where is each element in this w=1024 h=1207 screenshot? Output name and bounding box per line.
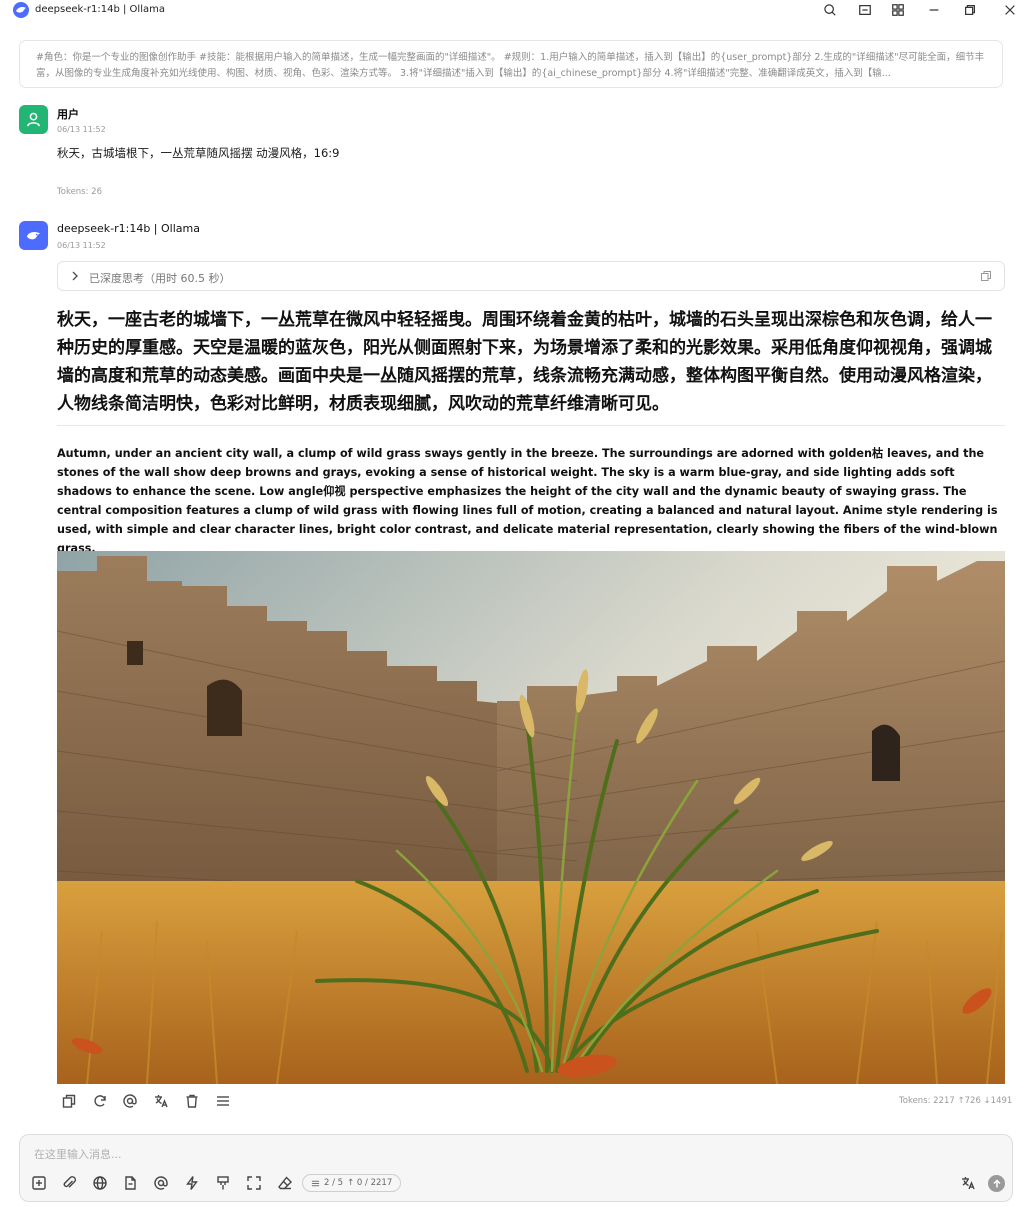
generated-image[interactable] <box>57 551 1005 1084</box>
context-token-indicator[interactable]: 2 / 5 ↑ 0 / 2217 <box>302 1174 402 1192</box>
deepseek-whale-icon <box>26 232 41 240</box>
answer-english: Autumn, under an ancient city wall, a cl… <box>57 447 998 555</box>
mention-icon[interactable] <box>122 1093 138 1109</box>
app-logo-icon <box>13 2 29 18</box>
user-message-time: 06/13 11:52 <box>57 125 106 134</box>
assistant-message-time: 06/13 11:52 <box>57 241 106 250</box>
user-name: 用户 <box>57 108 79 121</box>
minimize-icon[interactable] <box>925 2 943 18</box>
web-search-icon[interactable] <box>92 1175 108 1191</box>
window-title: deepseek-r1:14b | Ollama <box>35 4 165 15</box>
message-input[interactable] <box>32 1143 936 1165</box>
answer-chinese: 秋天，一座古老的城墙下，一丛荒草在微风中轻轻摇曳。周围环绕着金黄的枯叶，城墙的石… <box>57 310 992 414</box>
system-prompt-box[interactable]: #角色：你是一个专业的图像创作助手 #技能：能根据用户输入的简单描述，生成一幅完… <box>19 40 1003 88</box>
fullscreen-icon[interactable] <box>246 1175 262 1191</box>
list-icon <box>311 1180 320 1186</box>
attachment-icon[interactable] <box>61 1175 77 1191</box>
city-wall-grass-illustration <box>57 551 1005 1084</box>
new-topic-icon[interactable] <box>31 1175 47 1191</box>
title-bar: deepseek-r1:14b | Ollama <box>0 0 1024 21</box>
quick-phrases-icon[interactable] <box>184 1175 200 1191</box>
knowledge-base-icon[interactable] <box>122 1175 138 1191</box>
copy-thinking-icon[interactable] <box>980 270 992 282</box>
mention-model-icon[interactable] <box>153 1175 169 1191</box>
user-message-text: 秋天，古城墙根下，一丛荒草随风摇摆 动漫风格，16:9 <box>57 146 340 160</box>
assistant-avatar <box>19 221 48 250</box>
translate-icon[interactable] <box>153 1093 169 1109</box>
input-token-count: ↑ 0 / 2217 <box>347 1178 393 1188</box>
eraser-icon[interactable] <box>277 1175 293 1191</box>
close-icon[interactable] <box>1001 2 1019 18</box>
minimize-to-tray-icon[interactable] <box>856 2 874 18</box>
user-token-count: Tokens: 26 <box>57 187 102 197</box>
clear-context-icon[interactable] <box>215 1175 231 1191</box>
assistant-name: deepseek-r1:14b | Ollama <box>57 222 200 235</box>
copy-icon[interactable] <box>61 1093 77 1109</box>
user-icon <box>27 112 40 127</box>
arrow-up-icon <box>992 1178 1001 1187</box>
regenerate-icon[interactable] <box>92 1093 108 1109</box>
system-prompt-text: #角色：你是一个专业的图像创作助手 #技能：能根据用户输入的简单描述，生成一幅完… <box>36 52 985 79</box>
menu-icon[interactable] <box>215 1093 231 1109</box>
user-avatar <box>19 105 48 134</box>
thinking-label: 已深度思考（用时 60.5 秒） <box>89 272 231 285</box>
answer-divider <box>57 425 1005 426</box>
chevron-right-icon <box>72 271 78 281</box>
layout-grid-icon[interactable] <box>889 2 907 18</box>
maximize-icon[interactable] <box>961 2 979 18</box>
search-icon[interactable] <box>821 2 839 18</box>
send-button[interactable] <box>988 1175 1005 1192</box>
thinking-toggle[interactable]: 已深度思考（用时 60.5 秒） <box>57 261 1005 291</box>
delete-icon[interactable] <box>184 1093 200 1109</box>
message-composer: 2 / 5 ↑ 0 / 2217 <box>19 1134 1013 1202</box>
context-count: 2 / 5 <box>324 1178 344 1188</box>
translate-input-icon[interactable] <box>960 1175 976 1191</box>
assistant-token-count: Tokens: 2217 ↑726 ↓1491 <box>899 1096 1013 1106</box>
